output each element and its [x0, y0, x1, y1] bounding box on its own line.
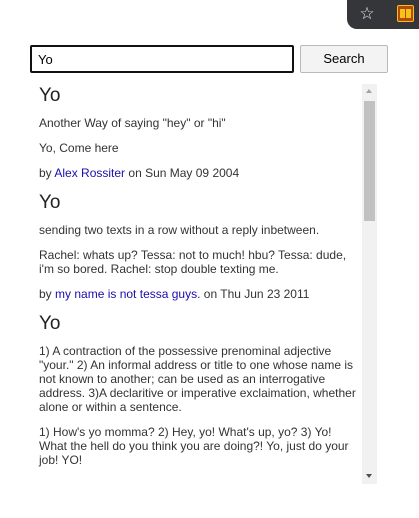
result-entry: Yo 1) A contraction of the possessive pr…: [39, 313, 361, 468]
entry-byline: by my name is not tessa guys. on Thu Jun…: [39, 287, 361, 301]
by-prefix: by: [39, 287, 52, 301]
author-link[interactable]: Alex Rossiter: [54, 166, 125, 180]
entry-word: Yo: [39, 85, 61, 106]
entry-definition: sending two texts in a row without a rep…: [39, 223, 320, 237]
entry-word: Yo: [39, 192, 61, 213]
entry-definition: 1) A contraction of the possessive preno…: [39, 344, 356, 414]
star-icon[interactable]: ☆: [358, 5, 376, 23]
entry-example: Yo, Come here: [39, 141, 119, 155]
search-button[interactable]: Search: [300, 45, 388, 73]
entry-example: Rachel: whats up? Tessa: not to much! hb…: [39, 248, 347, 276]
browser-toolbar: ☆: [0, 0, 419, 29]
entry-example: 1) How's yo momma? 2) Hey, yo! What's up…: [39, 425, 349, 467]
entry-date: on Sun May 09 2004: [128, 166, 240, 180]
by-prefix: by: [39, 166, 52, 180]
entry-date: on Thu Jun 23 2011: [203, 287, 310, 301]
entry-byline: by Alex Rossiter on Sun May 09 2004: [39, 166, 361, 180]
scroll-up-arrow-icon[interactable]: [366, 89, 372, 93]
entry-definition: Another Way of saying "hey" or "hi": [39, 116, 226, 130]
results-list[interactable]: Yo Another Way of saying "hey" or "hi" Y…: [30, 84, 361, 484]
search-input[interactable]: [30, 45, 294, 73]
result-entry: Yo Another Way of saying "hey" or "hi" Y…: [39, 85, 361, 181]
entry-word: Yo: [39, 313, 61, 334]
scroll-down-arrow-icon[interactable]: [366, 474, 372, 478]
extension-icon[interactable]: [397, 5, 414, 22]
author-link[interactable]: my name is not tessa guys.: [55, 287, 200, 301]
scrollbar-thumb[interactable]: [364, 101, 375, 221]
result-entry: Yo sending two texts in a row without a …: [39, 192, 361, 302]
